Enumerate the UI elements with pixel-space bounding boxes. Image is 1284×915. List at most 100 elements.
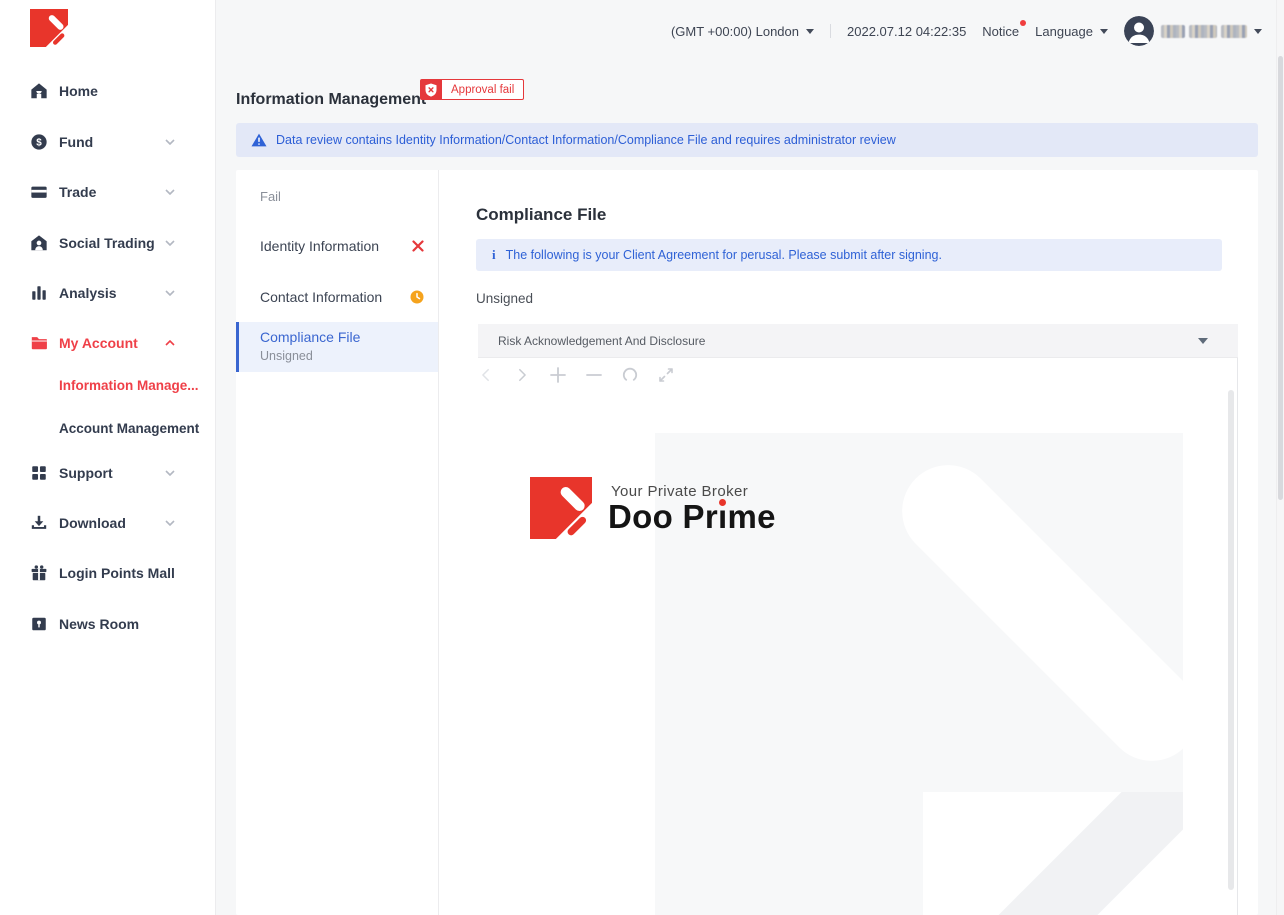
sidebar-item-label: Download <box>59 515 126 531</box>
alert-text: Data review contains Identity Informatio… <box>276 133 896 147</box>
sidebar-item-label: Login Points Mall <box>59 565 175 581</box>
pdf-viewer-edge <box>1237 358 1238 915</box>
language-selector[interactable]: Language <box>1035 24 1108 39</box>
review-status-group-label: Fail <box>260 189 281 204</box>
brand-text: Doo Pr <box>608 498 718 535</box>
sidebar-subitem-account-management[interactable]: Account Management <box>59 418 199 438</box>
chevron-down-icon <box>165 139 175 145</box>
svg-text:$: $ <box>36 138 42 149</box>
sidebar-item-my-account[interactable]: My Account <box>30 332 205 354</box>
avatar <box>1124 16 1154 46</box>
home-icon <box>30 82 48 100</box>
topbar: (GMT +00:00) London 2022.07.12 04:22:35 … <box>215 0 1262 62</box>
zoom-in-button[interactable] <box>550 367 566 383</box>
rotate-button[interactable] <box>622 367 638 383</box>
sidebar-subitem-label: Account Management <box>59 421 199 436</box>
document-select-value: Risk Acknowledgement And Disclosure <box>498 334 705 348</box>
pdf-brand-name: Doo Prıme <box>608 498 776 536</box>
red-dot <box>719 499 726 506</box>
fullscreen-button[interactable] <box>658 367 674 383</box>
user-menu[interactable] <box>1124 16 1262 46</box>
brand-dotted-i: ı <box>718 498 727 535</box>
page-title: Information Management <box>236 91 426 109</box>
unsigned-section-label: Unsigned <box>476 291 533 306</box>
sidebar-item-news-room[interactable]: News Room <box>30 613 205 635</box>
sidebar-item-label: News Room <box>59 616 139 632</box>
gift-icon <box>30 564 48 582</box>
caret-down-icon <box>806 29 814 34</box>
watermark-notch <box>923 792 1183 915</box>
sidebar-item-label: Analysis <box>59 285 117 301</box>
review-nav-label: Identity Information <box>260 238 379 254</box>
social-trading-icon <box>30 234 48 252</box>
sidebar-item-label: My Account <box>59 335 138 351</box>
prev-page-button[interactable] <box>478 367 494 383</box>
sidebar-item-support[interactable]: Support <box>30 462 205 484</box>
fail-x-icon <box>412 240 424 252</box>
sidebar: Home $ Fund Trade Social Trading Analysi… <box>0 0 216 915</box>
review-nav-compliance-file[interactable]: Compliance File Unsigned <box>236 322 438 372</box>
sidebar-item-label: Support <box>59 465 113 481</box>
page-scrollbar-thumb[interactable] <box>1278 56 1283 500</box>
divider <box>438 170 439 915</box>
datetime-label: 2022.07.12 04:22:35 <box>847 24 966 39</box>
notice-link[interactable]: Notice <box>982 24 1019 39</box>
sidebar-item-analysis[interactable]: Analysis <box>30 282 205 304</box>
timezone-selector[interactable]: (GMT +00:00) London <box>671 24 814 39</box>
fund-icon: $ <box>30 133 48 151</box>
chevron-down-icon <box>165 290 175 296</box>
watermark-slash <box>883 446 1183 780</box>
sidebar-item-label: Social Trading <box>59 235 155 251</box>
analysis-icon <box>30 284 48 302</box>
zoom-out-button[interactable] <box>586 367 602 383</box>
info-banner: i The following is your Client Agreement… <box>476 239 1222 271</box>
review-nav-identity-information[interactable]: Identity Information <box>236 224 438 268</box>
brand-text: me <box>727 498 775 535</box>
compliance-file-title: Compliance File <box>476 205 606 225</box>
sidebar-item-fund[interactable]: $ Fund <box>30 131 205 153</box>
approval-fail-label: Approval fail <box>442 79 524 100</box>
sidebar-item-social-trading[interactable]: Social Trading <box>30 232 205 254</box>
review-nav-sublabel: Unsigned <box>260 349 313 363</box>
chevron-up-icon <box>165 340 175 346</box>
trade-icon <box>30 183 48 201</box>
support-icon <box>30 464 48 482</box>
sidebar-item-home[interactable]: Home <box>30 80 205 102</box>
news-icon <box>30 615 48 633</box>
chevron-down-icon <box>165 470 175 476</box>
document-select[interactable]: Risk Acknowledgement And Disclosure <box>478 324 1238 358</box>
review-nav-contact-information[interactable]: Contact Information <box>236 275 438 319</box>
chevron-down-icon <box>165 189 175 195</box>
timezone-label: (GMT +00:00) London <box>671 24 799 39</box>
chevron-down-icon <box>165 520 175 526</box>
pending-clock-icon <box>410 290 424 304</box>
notice-label: Notice <box>982 24 1019 39</box>
language-label: Language <box>1035 24 1093 39</box>
review-nav-label: Contact Information <box>260 289 382 305</box>
user-name-redacted <box>1161 25 1247 38</box>
sidebar-item-trade[interactable]: Trade <box>30 181 205 203</box>
watermark-slash <box>957 792 1183 915</box>
pdf-toolbar <box>478 360 674 390</box>
page-scrollbar-track <box>1276 0 1284 915</box>
warning-triangle-icon <box>251 133 267 147</box>
review-alert: Data review contains Identity Informatio… <box>236 123 1258 157</box>
doo-prime-logo-icon <box>530 477 592 539</box>
download-icon <box>30 514 48 532</box>
approval-fail-badge: Approval fail <box>420 79 524 100</box>
divider <box>830 24 831 38</box>
sidebar-item-label: Fund <box>59 134 93 150</box>
sidebar-subitem-information-management[interactable]: Information Manage... <box>59 375 199 395</box>
sidebar-item-label: Trade <box>59 184 96 200</box>
sidebar-subitem-label: Information Manage... <box>59 378 199 393</box>
caret-down-icon <box>1100 29 1108 34</box>
sidebar-item-download[interactable]: Download <box>30 512 205 534</box>
pdf-scrollbar-thumb[interactable] <box>1228 390 1234 890</box>
review-nav-label: Compliance File <box>260 329 360 345</box>
sidebar-item-login-points-mall[interactable]: Login Points Mall <box>30 562 205 584</box>
shield-x-icon <box>420 79 442 100</box>
next-page-button[interactable] <box>514 367 530 383</box>
doo-prime-logo-icon[interactable] <box>30 9 68 47</box>
info-banner-text: The following is your Client Agreement f… <box>506 248 942 262</box>
notification-dot <box>1020 20 1026 26</box>
